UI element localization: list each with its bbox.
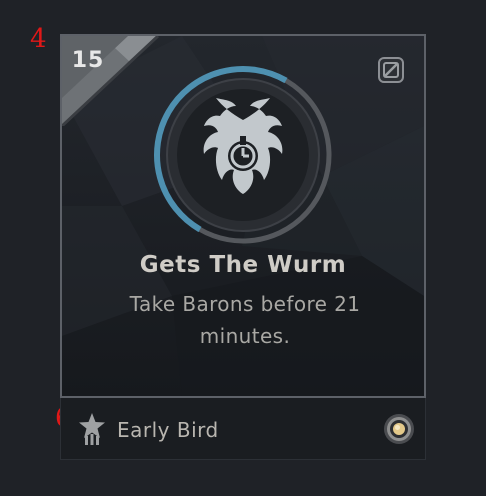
- marker-4: 4: [30, 24, 47, 54]
- progress-ring: [154, 66, 332, 244]
- achievement-title: Gets The Wurm: [139, 252, 347, 278]
- level-number: 15: [71, 48, 105, 73]
- achievement-screen: 4 1 5 2 3 6 15: [0, 0, 486, 496]
- achievement-card[interactable]: 15 Gets The Wurm Take Barons before 21 m…: [60, 34, 426, 398]
- achievement-description: Take Barons before 21 minutes.: [129, 292, 361, 348]
- category-footer[interactable]: Early Bird: [60, 398, 426, 460]
- gold-token-icon[interactable]: [383, 413, 415, 445]
- disabled-toggle-icon[interactable]: [377, 56, 405, 84]
- category-label: Early Bird: [117, 418, 219, 442]
- star-feather-icon: [79, 413, 105, 445]
